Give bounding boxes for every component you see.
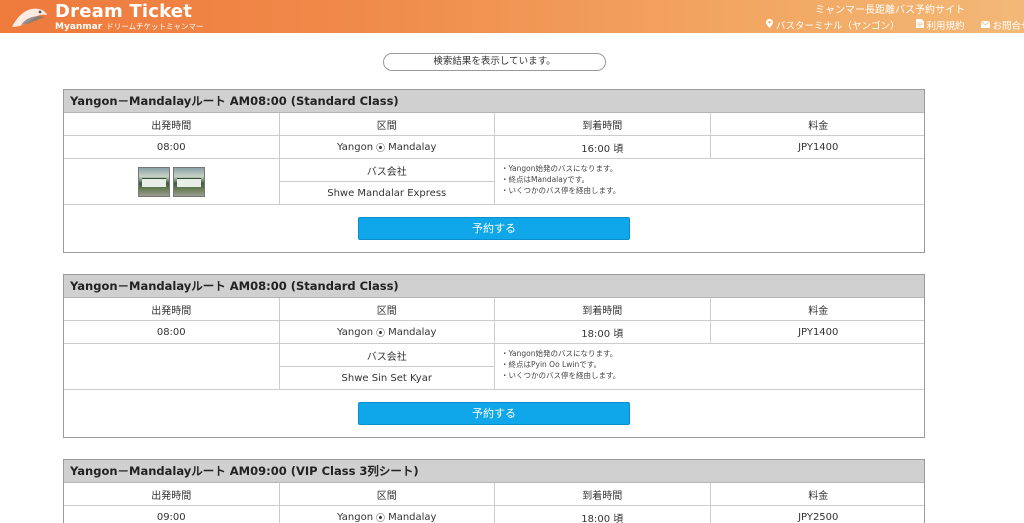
bus-company: バス会社 Shwe Mandalar Express	[279, 159, 495, 204]
result-title: Yangon－Mandalayルート AM08:00 (Standard Cla…	[64, 275, 924, 298]
logo-title: Dream Ticket	[55, 0, 193, 22]
note-line: ・いくつかのバス停を経由します。	[501, 371, 621, 380]
site-header: Dream Ticket Myanmar ドリームチケットミャンマー ミャンマー長…	[0, 0, 1024, 33]
note-line: ・いくつかのバス停を経由します。	[501, 186, 621, 195]
site-logo[interactable]: Dream Ticket Myanmar ドリームチケットミャンマー	[9, 2, 203, 32]
contact-link[interactable]: お問合せ	[980, 18, 1024, 32]
arrive-time: 18:00 頃	[495, 321, 711, 343]
company-label: バス会社	[279, 344, 494, 367]
column-header-row: 出発時間 区間 到着時間 料金	[64, 298, 924, 321]
col-depart-header: 出発時間	[64, 298, 280, 320]
bus-photos	[64, 159, 280, 204]
col-arrive-header: 到着時間	[495, 483, 711, 505]
table-row: 08:00 Yangon ⦿ Mandalay 18:00 頃 JPY1400	[64, 321, 924, 344]
column-header-row: 出発時間 区間 到着時間 料金	[64, 483, 924, 506]
arrive-time: 16:00 頃	[495, 136, 711, 158]
company-label: バス会社	[279, 159, 494, 182]
note-line: ・終点はMandalayです。	[501, 175, 590, 184]
note-line: ・終点はPyin Oo Lwinです。	[501, 360, 601, 369]
result-title: Yangon－Mandalayルート AM08:00 (Standard Cla…	[64, 90, 924, 113]
note-line: ・Yangon始発のバスになります。	[501, 349, 618, 358]
mail-icon	[980, 20, 990, 31]
result-card: Yangon－Mandalayルート AM08:00 (Standard Cla…	[63, 89, 925, 253]
pin-icon	[766, 19, 773, 31]
company-name: Shwe Sin Set Kyar	[341, 372, 432, 384]
table-row: 08:00 Yangon ⦿ Mandalay 16:00 頃 JPY1400	[64, 136, 924, 159]
col-fare-header: 料金	[808, 490, 829, 502]
route-notes: ・Yangon始発のバスになります。 ・終点はPyin Oo Lwinです。 ・…	[495, 344, 924, 389]
company-name: Shwe Mandalar Express	[327, 187, 447, 199]
logo-subtitle: Myanmar ドリームチケットミャンマー	[55, 21, 204, 32]
result-title: Yangon－Mandalayルート AM09:00 (VIP Class 3列…	[64, 460, 924, 483]
search-status: 検索結果を表示しています。	[383, 53, 606, 71]
fare: JPY2500	[798, 511, 839, 523]
route: Yangon ⦿ Mandalay	[280, 321, 495, 343]
arrow-circle-icon: ⦿	[376, 328, 386, 339]
route: Yangon ⦿ Mandalay	[280, 506, 495, 523]
site-caption: ミャンマー長距離バス予約サイト	[815, 5, 965, 16]
arrow-circle-icon: ⦿	[376, 143, 386, 154]
depart-time: 08:00	[64, 321, 280, 343]
depart-time: 09:00	[64, 506, 280, 523]
bus-photo[interactable]	[137, 166, 170, 197]
detail-row: バス会社 Shwe Sin Set Kyar ・Yangon始発のバスになります…	[64, 344, 924, 390]
col-depart-header: 出発時間	[64, 483, 280, 505]
col-fare-header: 料金	[808, 305, 829, 317]
arrow-circle-icon: ⦿	[376, 513, 386, 523]
bus-photo[interactable]	[172, 166, 205, 197]
result-card: Yangon－Mandalayルート AM08:00 (Standard Cla…	[63, 274, 925, 438]
col-arrive-header: 到着時間	[495, 298, 711, 320]
bird-logo-icon	[9, 3, 49, 31]
fare: JPY1400	[798, 141, 839, 153]
book-button[interactable]: 予約する	[358, 402, 630, 425]
bus-terminal-link[interactable]: バスターミナル（ヤンゴン）	[766, 18, 900, 32]
result-card: Yangon－Mandalayルート AM09:00 (VIP Class 3列…	[63, 459, 925, 523]
depart-time: 08:00	[64, 136, 280, 158]
fare: JPY1400	[798, 326, 839, 338]
col-route-header: 区間	[280, 483, 495, 505]
col-arrive-header: 到着時間	[495, 113, 711, 135]
header-nav: バスターミナル（ヤンゴン） 利用規約 お問合せ	[766, 18, 1024, 32]
route: Yangon ⦿ Mandalay	[280, 136, 495, 158]
detail-row: バス会社 Shwe Mandalar Express ・Yangon始発のバスに…	[64, 159, 924, 205]
document-icon	[915, 19, 924, 31]
column-header-row: 出発時間 区間 到着時間 料金	[64, 113, 924, 136]
col-fare-header: 料金	[808, 120, 829, 132]
col-route-header: 区間	[280, 298, 495, 320]
terms-link[interactable]: 利用規約	[915, 18, 965, 32]
book-button[interactable]: 予約する	[358, 217, 630, 240]
note-line: ・Yangon始発のバスになります。	[501, 164, 618, 173]
bus-company: バス会社 Shwe Sin Set Kyar	[279, 344, 495, 389]
arrive-time: 18:00 頃	[495, 506, 711, 523]
bus-photos	[64, 344, 280, 389]
route-notes: ・Yangon始発のバスになります。 ・終点はMandalayです。 ・いくつか…	[495, 159, 924, 204]
table-row: 09:00 Yangon ⦿ Mandalay 18:00 頃 JPY2500	[64, 506, 924, 523]
col-depart-header: 出発時間	[64, 113, 280, 135]
col-route-header: 区間	[280, 113, 495, 135]
